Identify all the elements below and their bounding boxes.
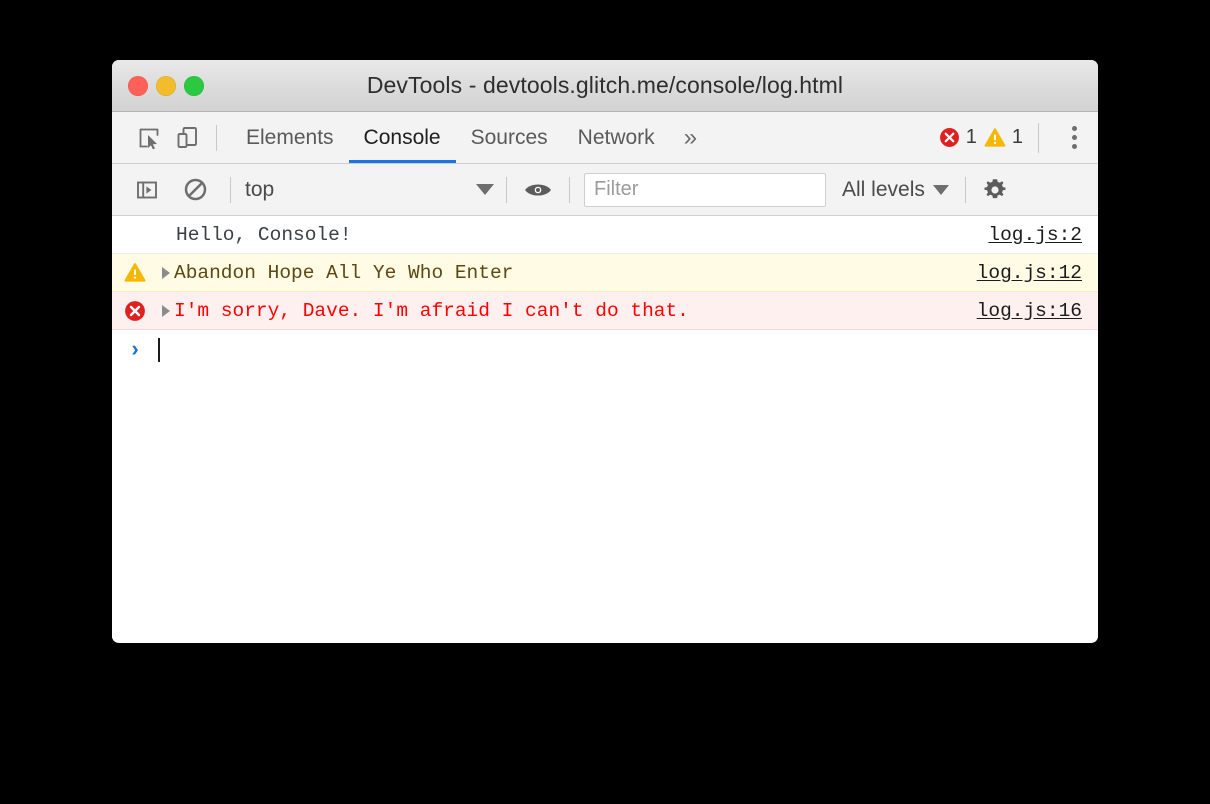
error-circle-icon: [939, 128, 959, 147]
error-count: 1: [965, 126, 977, 148]
live-expression-eye-icon: [525, 183, 551, 196]
chevron-down-icon: [932, 184, 949, 195]
message-icon-slot: [112, 300, 158, 322]
inspect-element-icon: [139, 128, 159, 149]
close-window-button[interactable]: [128, 75, 148, 96]
log-level-label: All levels: [842, 177, 925, 201]
source-link[interactable]: log.js:2: [988, 224, 1098, 246]
gear-icon: [984, 178, 1006, 198]
tab-console[interactable]: Console: [348, 112, 456, 163]
clear-console-button[interactable]: [176, 171, 214, 209]
kebab-dot: [1071, 135, 1077, 140]
zoom-window-button[interactable]: [184, 75, 204, 96]
console-settings-button[interactable]: [966, 176, 1024, 204]
counters-divider: [1038, 122, 1039, 153]
console-message-list: Hello, Console! log.js:2 Abandon Hope Al…: [112, 216, 1098, 642]
console-prompt-row[interactable]: ›: [112, 330, 1098, 370]
prompt-chevron-icon: ›: [128, 337, 142, 363]
console-filter-toolbar: top All levels: [112, 164, 1098, 216]
kebab-dot: [1071, 126, 1077, 131]
expand-triangle-icon[interactable]: [158, 304, 174, 317]
source-link[interactable]: log.js:12: [977, 262, 1098, 284]
console-message-error[interactable]: I'm sorry, Dave. I'm afraid I can't do t…: [112, 292, 1098, 330]
toolbar-divider-2: [506, 176, 507, 203]
live-expression-button[interactable]: [519, 171, 557, 209]
window-titlebar: DevTools - devtools.glitch.me/console/lo…: [112, 60, 1098, 112]
warning-count: 1: [1011, 126, 1023, 148]
devtools-tabbar: Elements Console Sources Network » 1 1: [112, 112, 1098, 164]
console-message-text: Abandon Hope All Ye Who Enter: [174, 261, 514, 284]
devtools-window: DevTools - devtools.glitch.me/console/lo…: [112, 60, 1098, 643]
execution-context-label: top: [245, 177, 275, 201]
console-message-log[interactable]: Hello, Console! log.js:2: [112, 216, 1098, 254]
device-toolbar-button[interactable]: [168, 119, 206, 157]
filter-input[interactable]: [584, 172, 826, 207]
console-sidebar-icon: [137, 181, 157, 198]
minimize-window-button[interactable]: [156, 75, 176, 96]
tab-elements[interactable]: Elements: [231, 112, 349, 163]
prompt-text-caret: [158, 338, 160, 362]
console-message-text: Hello, Console!: [176, 223, 352, 246]
expand-triangle-icon[interactable]: [158, 266, 174, 279]
inspect-element-button[interactable]: [130, 119, 168, 157]
issue-counters: 1 1: [939, 122, 1098, 153]
tab-sources[interactable]: Sources: [456, 112, 563, 163]
source-link[interactable]: log.js:16: [977, 300, 1098, 322]
console-message-warning[interactable]: Abandon Hope All Ye Who Enter log.js:12: [112, 254, 1098, 292]
error-circle-icon: [125, 300, 145, 321]
warning-triangle-icon: [124, 263, 146, 282]
log-level-selector[interactable]: All levels: [842, 178, 949, 202]
chevron-down-icon: [476, 184, 494, 195]
clear-console-icon: [184, 178, 206, 201]
console-message-text: I'm sorry, Dave. I'm afraid I can't do t…: [174, 299, 689, 322]
console-sidebar-toggle[interactable]: [128, 171, 166, 209]
main-menu-button[interactable]: [1052, 126, 1096, 149]
warning-triangle-icon: [984, 128, 1006, 147]
traffic-light-group: [128, 75, 204, 96]
execution-context-selector[interactable]: top: [231, 171, 506, 209]
tab-network[interactable]: Network: [563, 112, 670, 163]
more-tabs-button[interactable]: »: [670, 125, 711, 150]
warning-counter[interactable]: 1: [984, 126, 1023, 149]
kebab-dot: [1071, 144, 1077, 149]
tabbar-divider: [216, 124, 217, 151]
message-icon-slot: [112, 262, 158, 283]
device-toolbar-icon: [177, 127, 197, 148]
error-counter[interactable]: 1: [939, 126, 977, 149]
window-title: DevTools - devtools.glitch.me/console/lo…: [366, 72, 844, 98]
toolbar-divider-3: [569, 176, 570, 203]
